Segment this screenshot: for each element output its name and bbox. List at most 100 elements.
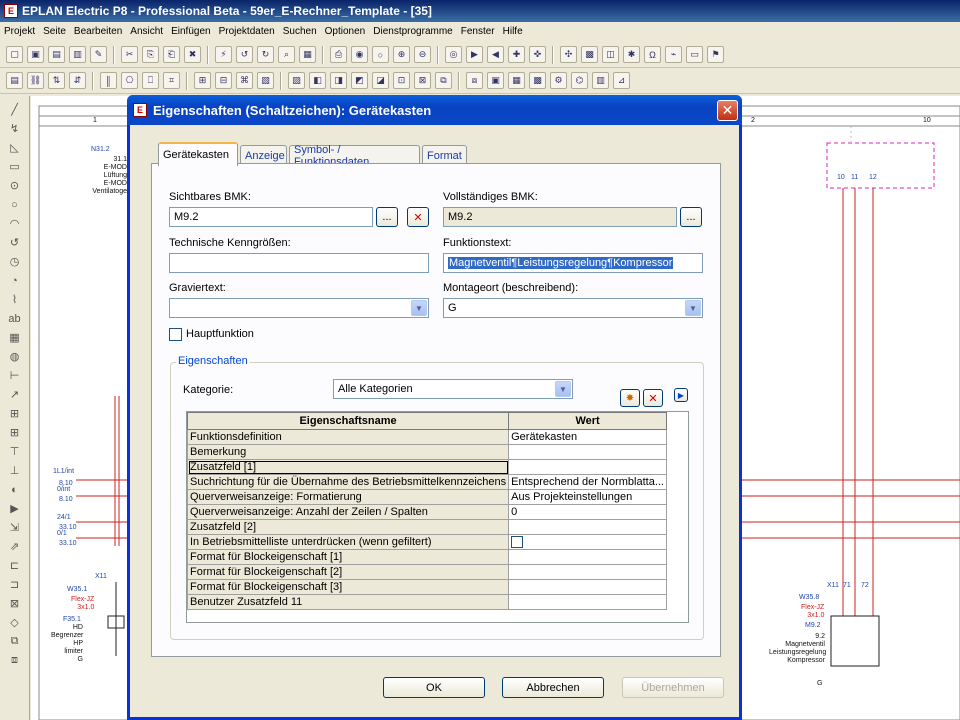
- menu-item-6[interactable]: Suchen: [283, 26, 317, 37]
- table-row[interactable]: Querverweisanzeige: Formatierung Aus Proj…: [187, 489, 667, 505]
- property-value-cell[interactable]: Gerätekasten: [508, 429, 667, 445]
- property-value-cell[interactable]: [508, 459, 667, 475]
- toolbar-tool-icon[interactable]: ⚡: [215, 46, 232, 63]
- property-name-cell[interactable]: Zusatzfeld [2]: [187, 519, 510, 535]
- property-name-cell[interactable]: Format für Blockeigenschaft [3]: [187, 579, 510, 595]
- new-property-icon[interactable]: ✸: [620, 389, 640, 407]
- chevron-down-icon[interactable]: ▼: [555, 381, 571, 397]
- cancel-button[interactable]: Abbrechen: [502, 677, 604, 698]
- toolbar-tool-icon[interactable]: Ω: [644, 46, 661, 63]
- toolbar-symbol-icon[interactable]: ⊞: [194, 72, 211, 89]
- palette-tool-icon[interactable]: ⊥: [7, 463, 23, 478]
- funktionstext-input[interactable]: Magnetventil¶Leistungsregelung¶Kompresso…: [443, 253, 703, 273]
- toolbar-tool-icon[interactable]: ↺: [236, 46, 253, 63]
- toolbar-symbol-icon[interactable]: ⎕: [142, 72, 159, 89]
- property-value-cell[interactable]: [508, 564, 667, 580]
- toolbar-symbol-icon[interactable]: ⇅: [48, 72, 65, 89]
- property-value-cell[interactable]: [508, 444, 667, 460]
- menu-item-9[interactable]: Fenster: [461, 26, 495, 37]
- toolbar-symbol-icon[interactable]: ◨: [330, 72, 347, 89]
- table-row[interactable]: Querverweisanzeige: Anzahl der Zeilen / …: [187, 504, 667, 520]
- toolbar-symbol-icon[interactable]: ⊡: [393, 72, 410, 89]
- toolbar-tool-icon[interactable]: ▦: [299, 46, 316, 63]
- toolbar-tool-icon[interactable]: ▣: [27, 46, 44, 63]
- palette-tool-icon[interactable]: ↺: [7, 235, 23, 250]
- palette-tool-icon[interactable]: ⊢: [7, 368, 23, 383]
- toolbar-symbol-icon[interactable]: ▧: [257, 72, 274, 89]
- tab-format[interactable]: Format: [422, 145, 467, 165]
- toolbar-tool-icon[interactable]: ◎: [445, 46, 462, 63]
- tab-symbol-funktionsdaten[interactable]: Symbol- / Funktionsdaten: [289, 144, 420, 168]
- toolbar-tool-icon[interactable]: ▢: [6, 46, 23, 63]
- vollstaendiges-bmk-browse-button[interactable]: ...: [680, 207, 702, 227]
- property-value-cell[interactable]: [508, 579, 667, 595]
- property-name-cell[interactable]: Format für Blockeigenschaft [2]: [187, 564, 510, 580]
- toolbar-symbol-icon[interactable]: ⚙: [550, 72, 567, 89]
- toolbar-tool-icon[interactable]: ⎘: [142, 46, 159, 63]
- property-name-cell[interactable]: Querverweisanzeige: Anzahl der Zeilen / …: [187, 504, 510, 520]
- toolbar-tool-icon[interactable]: ⌁: [665, 46, 682, 63]
- palette-tool-icon[interactable]: ⊞: [7, 406, 23, 421]
- suppress-checkbox[interactable]: [511, 536, 524, 549]
- table-row[interactable]: Format für Blockeigenschaft [2]: [187, 564, 667, 580]
- palette-tool-icon[interactable]: ◍: [7, 349, 23, 364]
- grid-header-name[interactable]: Eigenschaftsname: [187, 412, 510, 430]
- toolbar-tool-icon[interactable]: ⊖: [414, 46, 431, 63]
- toolbar-symbol-icon[interactable]: ⧈: [466, 72, 483, 89]
- toolbar-symbol-icon[interactable]: ◩: [351, 72, 368, 89]
- delete-property-icon[interactable]: ✕: [643, 389, 663, 407]
- property-value-cell[interactable]: Entsprechend der Normblatta...: [508, 474, 667, 490]
- property-name-cell[interactable]: Suchrichtung für die Übernahme des Betri…: [187, 474, 510, 490]
- toolbar-tool-icon[interactable]: ✎: [90, 46, 107, 63]
- dialog-title-bar[interactable]: E Eigenschaften (Schaltzeichen): Gerätek…: [127, 95, 742, 125]
- toolbar-symbol-icon[interactable]: ◧: [309, 72, 326, 89]
- table-row[interactable]: Bemerkung: [187, 444, 667, 460]
- toolbar-tool-icon[interactable]: ⊕: [393, 46, 410, 63]
- toolbar-tool-icon[interactable]: ✂: [121, 46, 138, 63]
- toolbar-tool-icon[interactable]: ◀: [487, 46, 504, 63]
- table-row[interactable]: Funktionsdefinition Gerätekasten: [187, 429, 667, 445]
- palette-tool-icon[interactable]: ◇: [7, 615, 23, 630]
- property-value-cell[interactable]: [508, 594, 667, 610]
- toolbar-symbol-icon[interactable]: ▤: [6, 72, 23, 89]
- menu-item-7[interactable]: Optionen: [325, 26, 366, 37]
- toolbar-tool-icon[interactable]: ✱: [623, 46, 640, 63]
- menu-item-2[interactable]: Bearbeiten: [74, 26, 122, 37]
- palette-tool-icon[interactable]: ↗: [7, 387, 23, 402]
- toolbar-tool-icon[interactable]: ⎗: [163, 46, 180, 63]
- palette-tool-icon[interactable]: ⊏: [7, 558, 23, 573]
- property-value-cell[interactable]: 0: [508, 504, 667, 520]
- palette-tool-icon[interactable]: ⧈: [7, 653, 23, 668]
- sichtbares-bmk-browse-button[interactable]: ...: [376, 207, 398, 227]
- kategorie-combobox[interactable]: Alle Kategorien ▼: [333, 379, 573, 399]
- palette-tool-icon[interactable]: ▦: [7, 330, 23, 345]
- hauptfunktion-checkbox[interactable]: [169, 328, 182, 341]
- table-row[interactable]: In Betriebsmittelliste unterdrücken (wen…: [187, 534, 667, 550]
- menu-item-4[interactable]: Einfügen: [171, 26, 210, 37]
- apply-button[interactable]: Übernehmen: [622, 677, 724, 698]
- palette-tool-icon[interactable]: ◷: [7, 254, 23, 269]
- palette-tool-icon[interactable]: ⊐: [7, 577, 23, 592]
- menu-item-5[interactable]: Projektdaten: [219, 26, 275, 37]
- toolbar-tool-icon[interactable]: ⚑: [707, 46, 724, 63]
- toolbar-symbol-icon[interactable]: ▥: [592, 72, 609, 89]
- chevron-down-icon[interactable]: ▼: [685, 300, 701, 316]
- palette-tool-icon[interactable]: ⊤: [7, 444, 23, 459]
- palette-tool-icon[interactable]: ⊙: [7, 178, 23, 193]
- menu-item-0[interactable]: Projekt: [4, 26, 35, 37]
- toolbar-symbol-icon[interactable]: ▣: [487, 72, 504, 89]
- toolbar-tool-icon[interactable]: ↻: [257, 46, 274, 63]
- grid-header-value[interactable]: Wert: [508, 412, 667, 430]
- table-row[interactable]: Zusatzfeld [2]: [187, 519, 667, 535]
- property-name-cell[interactable]: Bemerkung: [187, 444, 510, 460]
- palette-tool-icon[interactable]: ╱: [7, 102, 23, 117]
- toolbar-tool-icon[interactable]: ◉: [351, 46, 368, 63]
- montageort-combobox[interactable]: G ▼: [443, 298, 703, 318]
- tab-anzeige[interactable]: Anzeige: [240, 145, 287, 165]
- toolbar-symbol-icon[interactable]: ▨: [288, 72, 305, 89]
- property-value-cell[interactable]: [508, 549, 667, 565]
- toolbar-symbol-icon[interactable]: ◪: [372, 72, 389, 89]
- table-row[interactable]: Format für Blockeigenschaft [3]: [187, 579, 667, 595]
- vollstaendiges-bmk-input[interactable]: M9.2: [443, 207, 677, 227]
- table-row[interactable]: Benutzer Zusatzfeld 11: [187, 594, 667, 610]
